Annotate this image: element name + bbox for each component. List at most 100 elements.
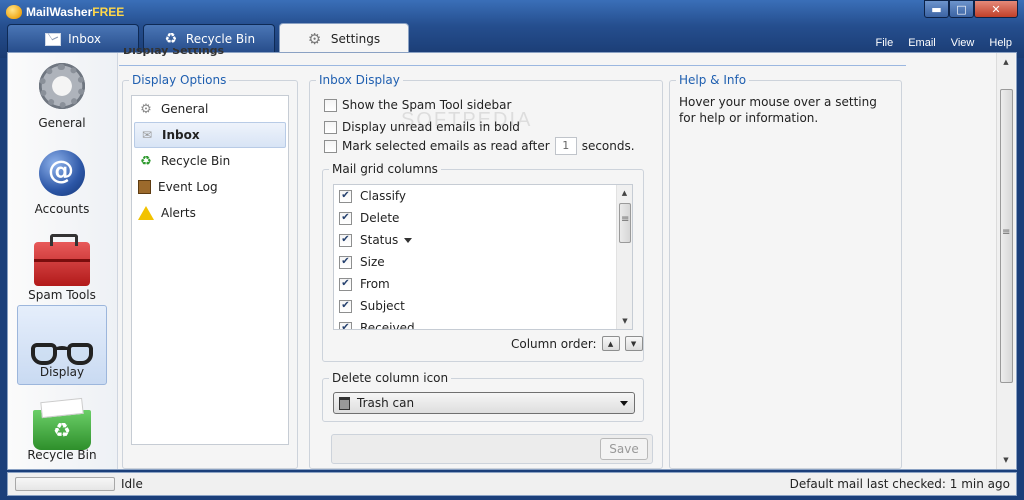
mail-grid-columns-group: Mail grid columns ✔ Classify ✔ Delete ✔ … <box>322 162 644 362</box>
help-text: Hover your mouse over a setting for help… <box>679 95 877 125</box>
column-subject[interactable]: ✔ Subject <box>334 295 632 317</box>
column-classify[interactable]: ✔ Classify <box>334 185 632 207</box>
recycle-icon: ♻ <box>140 153 152 169</box>
column-label: Subject <box>360 299 405 313</box>
column-checkbox[interactable]: ✔ <box>339 321 352 329</box>
settings-sidebar: General @ Accounts Spam Tools Display ♻ … <box>8 53 118 469</box>
mark-read-option[interactable]: Mark selected emails as read after 1 sec… <box>324 137 635 155</box>
option-general[interactable]: ⚙ General <box>132 96 288 122</box>
display-options-group: Display Options ⚙ General ✉ Inbox ♻ Recy… <box>122 73 298 469</box>
option-label: Event Log <box>158 180 218 194</box>
mail-icon <box>45 32 62 46</box>
status-text: Idle <box>121 477 143 491</box>
column-checkbox[interactable]: ✔ <box>339 299 352 313</box>
move-up-button[interactable]: ▲ <box>601 336 620 351</box>
save-bar: Save <box>331 434 653 464</box>
scroll-up-icon[interactable]: ▲ <box>617 185 632 201</box>
column-order-controls: Column order: ▲ ▼ <box>511 336 643 351</box>
scroll-down-icon[interactable]: ▼ <box>997 451 1015 469</box>
page-title: Display Settings <box>123 48 225 57</box>
delete-icon-select[interactable]: Trash can <box>333 392 635 414</box>
toolbox-icon <box>34 234 90 286</box>
chevron-down-icon <box>620 401 628 406</box>
show-sidebar-checkbox[interactable] <box>324 98 337 112</box>
menu-bar: File Email View Help <box>875 37 1012 49</box>
column-status[interactable]: ✔ Status <box>334 229 632 251</box>
progress-bar <box>15 477 115 491</box>
tab-label: Inbox <box>68 32 101 46</box>
option-inbox[interactable]: ✉ Inbox <box>134 122 286 148</box>
scroll-thumb[interactable] <box>1000 89 1013 383</box>
sidebar-item-label: Recycle Bin <box>27 448 97 462</box>
sort-down-icon <box>404 237 413 243</box>
column-checkbox[interactable]: ✔ <box>339 233 352 247</box>
delete-column-icon-group: Delete column icon Trash can <box>322 371 644 422</box>
window-controls: ▬ □ ✕ <box>924 0 1018 18</box>
column-checkbox[interactable]: ✔ <box>339 277 352 291</box>
mailwasher-logo-icon <box>6 5 22 19</box>
scroll-down-icon[interactable]: ▼ <box>617 313 632 329</box>
save-button[interactable]: Save <box>600 438 648 460</box>
column-delete[interactable]: ✔ Delete <box>334 207 632 229</box>
column-label: From <box>360 277 390 291</box>
settings-panel: General @ Accounts Spam Tools Display ♻ … <box>7 48 1017 470</box>
menu-email[interactable]: Email <box>908 37 936 49</box>
move-down-button[interactable]: ▼ <box>624 336 643 351</box>
title-divider <box>119 65 906 66</box>
tab-label: Recycle Bin <box>185 32 256 46</box>
gear-icon: ⚙ <box>307 29 322 48</box>
display-options-list: ⚙ General ✉ Inbox ♻ Recycle Bin Event Lo… <box>131 95 289 445</box>
checkbox-label: Display unread emails in bold <box>342 120 520 134</box>
option-alerts[interactable]: Alerts <box>132 200 288 226</box>
column-label: Classify <box>360 189 407 203</box>
group-title: Help & Info <box>676 73 750 87</box>
columns-scrollbar[interactable]: ▲ ▼ <box>616 185 632 329</box>
column-order-label: Column order: <box>511 336 597 351</box>
trash-can-icon <box>339 396 350 410</box>
maximize-button[interactable]: □ <box>949 0 974 18</box>
app-title: MailWasher FREE <box>6 3 124 21</box>
mark-read-seconds-input[interactable]: 1 <box>554 137 577 155</box>
column-label: Received <box>360 321 415 330</box>
minimize-button[interactable]: ▬ <box>924 0 949 18</box>
column-checkbox[interactable]: ✔ <box>339 189 352 203</box>
menu-file[interactable]: File <box>875 37 893 49</box>
unread-bold-checkbox[interactable] <box>324 120 337 134</box>
tab-settings[interactable]: ⚙ Settings <box>279 23 409 54</box>
column-size[interactable]: ✔ Size <box>334 251 632 273</box>
column-checkbox[interactable]: ✔ <box>339 255 352 269</box>
recycle-icon: ♻ <box>164 30 178 47</box>
show-sidebar-option[interactable]: Show the Spam Tool sidebar <box>324 98 511 112</box>
mark-read-checkbox[interactable] <box>324 139 337 153</box>
app-edition: FREE <box>92 5 125 19</box>
glasses-icon <box>31 339 93 369</box>
tab-inbox[interactable]: Inbox <box>7 24 139 53</box>
sidebar-item-label: General <box>38 116 86 130</box>
menu-view[interactable]: View <box>951 37 975 49</box>
column-checkbox[interactable]: ✔ <box>339 211 352 225</box>
column-label: Size <box>360 255 385 269</box>
option-label: Inbox <box>162 128 200 142</box>
sidebar-item-display[interactable]: Display <box>17 305 107 385</box>
last-checked-text: Default mail last checked: 1 min ago <box>789 477 1010 491</box>
gear-icon <box>37 62 87 110</box>
option-label: General <box>161 102 209 116</box>
sidebar-item-general[interactable]: General <box>17 55 107 135</box>
option-recycle-bin[interactable]: ♻ Recycle Bin <box>132 148 288 174</box>
scroll-thumb[interactable] <box>619 203 631 243</box>
tab-label: Settings <box>330 32 381 46</box>
page-scrollbar[interactable]: ▲ ▼ <box>996 53 1015 469</box>
scroll-up-icon[interactable]: ▲ <box>997 53 1015 71</box>
sidebar-item-recycle-bin[interactable]: ♻ Recycle Bin <box>17 387 107 467</box>
menu-help[interactable]: Help <box>989 37 1012 49</box>
sidebar-item-spam-tools[interactable]: Spam Tools <box>17 227 107 307</box>
sidebar-item-accounts[interactable]: @ Accounts <box>17 141 107 221</box>
option-event-log[interactable]: Event Log <box>132 174 288 200</box>
sidebar-item-label: Spam Tools <box>28 288 96 302</box>
unread-bold-option[interactable]: Display unread emails in bold <box>324 120 520 134</box>
column-received[interactable]: ✔ Received <box>334 317 632 330</box>
column-from[interactable]: ✔ From <box>334 273 632 295</box>
group-title: Mail grid columns <box>329 162 441 176</box>
close-button[interactable]: ✕ <box>974 0 1018 18</box>
column-label: Delete <box>360 211 400 225</box>
